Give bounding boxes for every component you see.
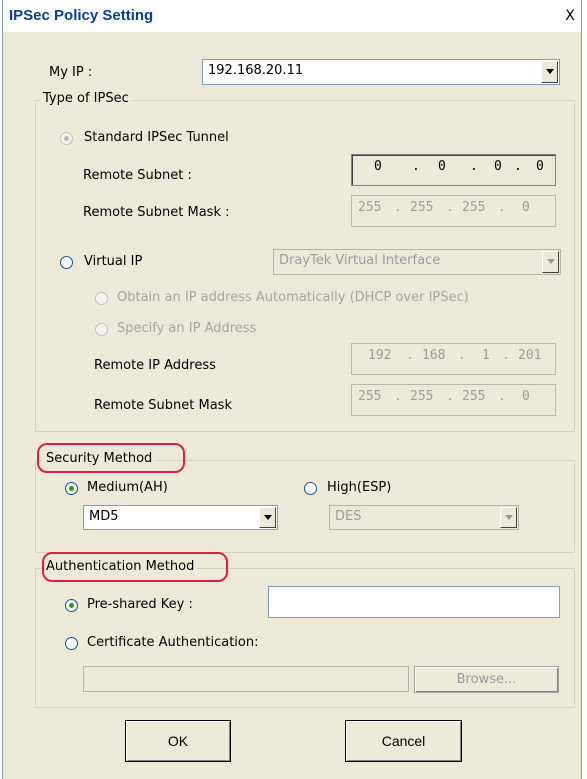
virtual-interface-select[interactable]: DrayTek Virtual Interface bbox=[273, 249, 561, 275]
ip-dot: . bbox=[514, 159, 522, 174]
ip-dot: . bbox=[412, 159, 420, 174]
chevron-down-icon[interactable] bbox=[259, 507, 276, 528]
security-method-highlight bbox=[37, 443, 185, 473]
ip-dot: . bbox=[498, 200, 506, 215]
medium-ah-select[interactable]: MD5 bbox=[83, 505, 278, 530]
ip-dot: . bbox=[470, 159, 478, 174]
chevron-down-icon[interactable] bbox=[500, 507, 517, 528]
remote-ip-octet: 192 bbox=[368, 348, 392, 363]
certificate-auth-radio[interactable] bbox=[65, 637, 78, 650]
specify-ip-radio[interactable] bbox=[95, 323, 108, 336]
virtual-ip-label: Virtual IP bbox=[84, 254, 143, 269]
pre-shared-key-label: Pre-shared Key : bbox=[87, 597, 193, 612]
mask-octet: 255 bbox=[358, 200, 382, 215]
pre-shared-key-radio[interactable] bbox=[65, 599, 78, 612]
ip-dot: . bbox=[446, 389, 454, 404]
type-of-ipsec-legend: Type of IPSec bbox=[40, 91, 132, 106]
high-esp-radio[interactable] bbox=[304, 482, 317, 495]
dhcp-over-ipsec-label: Obtain an IP address Automatically (DHCP… bbox=[117, 290, 469, 305]
mask-octet: 255 bbox=[462, 389, 486, 404]
high-esp-select[interactable]: DES bbox=[329, 505, 519, 530]
mask-octet: 0 bbox=[522, 200, 530, 215]
mask-octet: 255 bbox=[410, 389, 434, 404]
my-ip-select[interactable]: 192.168.20.11 bbox=[202, 59, 560, 85]
remote-subnet-octet: 0 bbox=[536, 159, 544, 174]
certificate-path-input[interactable] bbox=[83, 666, 409, 692]
authentication-method-highlight bbox=[42, 552, 228, 582]
virtual-remote-subnet-mask-input[interactable]: 255 . 255 . 255 . 0 bbox=[351, 384, 556, 416]
remote-subnet-input[interactable]: 0 . 0 . 0 . 0 bbox=[351, 154, 556, 186]
specify-ip-label: Specify an IP Address bbox=[117, 321, 257, 336]
ip-dot: . bbox=[446, 200, 454, 215]
certificate-auth-label: Certificate Authentication: bbox=[87, 635, 259, 650]
virtual-ip-radio[interactable] bbox=[60, 256, 73, 269]
ok-button[interactable]: OK bbox=[125, 720, 231, 762]
mask-octet: 255 bbox=[358, 389, 382, 404]
mask-octet: 255 bbox=[410, 200, 434, 215]
medium-ah-label: Medium(AH) bbox=[87, 480, 168, 495]
cancel-button[interactable]: Cancel bbox=[345, 720, 462, 762]
chevron-down-icon[interactable] bbox=[541, 61, 558, 83]
ip-dot: . bbox=[394, 200, 402, 215]
browse-button[interactable]: Browse... bbox=[414, 666, 559, 693]
dialog-title: IPSec Policy Setting bbox=[9, 7, 154, 24]
close-icon[interactable]: X bbox=[563, 9, 577, 23]
standard-ipsec-label: Standard IPSec Tunnel bbox=[84, 130, 229, 145]
standard-ipsec-radio[interactable] bbox=[60, 132, 73, 145]
ip-dot: . bbox=[498, 389, 506, 404]
my-ip-value: 192.168.20.11 bbox=[208, 63, 304, 78]
ipsec-policy-dialog: IPSec Policy Setting X My IP : 192.168.2… bbox=[2, 0, 582, 779]
title-bar: IPSec Policy Setting X bbox=[3, 0, 581, 32]
high-esp-label: High(ESP) bbox=[327, 480, 392, 495]
remote-ip-address-input[interactable]: 192 . 168 . 1 . 201 bbox=[351, 343, 556, 375]
ip-dot: . bbox=[394, 389, 402, 404]
medium-ah-value: MD5 bbox=[89, 509, 119, 524]
remote-subnet-octet: 0 bbox=[438, 159, 446, 174]
remote-ip-octet: 168 bbox=[422, 348, 446, 363]
remote-ip-octet: 201 bbox=[518, 348, 542, 363]
remote-subnet-octet: 0 bbox=[374, 159, 382, 174]
remote-subnet-octet: 0 bbox=[494, 159, 502, 174]
ip-dot: . bbox=[406, 348, 414, 363]
my-ip-label: My IP : bbox=[49, 65, 93, 80]
pre-shared-key-input[interactable] bbox=[268, 586, 560, 618]
dhcp-over-ipsec-radio[interactable] bbox=[95, 292, 108, 305]
remote-subnet-mask-input[interactable]: 255 . 255 . 255 . 0 bbox=[351, 195, 556, 227]
chevron-down-icon[interactable] bbox=[542, 251, 559, 273]
remote-ip-address-label: Remote IP Address bbox=[94, 358, 216, 373]
virtual-remote-subnet-mask-label: Remote Subnet Mask bbox=[94, 398, 232, 413]
ip-dot: . bbox=[502, 348, 510, 363]
ip-dot: . bbox=[458, 348, 466, 363]
remote-subnet-mask-label: Remote Subnet Mask : bbox=[83, 205, 230, 220]
virtual-interface-value: DrayTek Virtual Interface bbox=[279, 253, 441, 268]
remote-ip-octet: 1 bbox=[482, 348, 490, 363]
medium-ah-radio[interactable] bbox=[65, 482, 78, 495]
high-esp-value: DES bbox=[335, 509, 362, 524]
mask-octet: 255 bbox=[462, 200, 486, 215]
mask-octet: 0 bbox=[522, 389, 530, 404]
remote-subnet-label: Remote Subnet : bbox=[83, 168, 192, 183]
